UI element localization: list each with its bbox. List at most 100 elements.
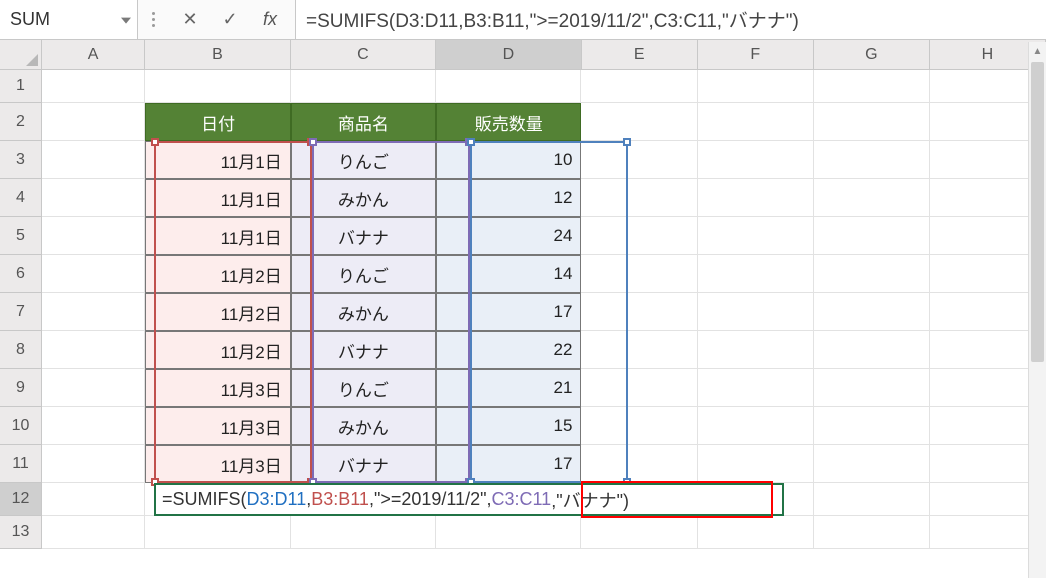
cell[interactable] xyxy=(814,255,930,293)
row-header-10[interactable]: 10 xyxy=(0,407,42,445)
vertical-scrollbar[interactable]: ▲ xyxy=(1028,42,1046,578)
cell[interactable] xyxy=(814,369,930,407)
cell[interactable]: 11月2日 xyxy=(145,255,290,293)
col-header-c[interactable]: C xyxy=(291,40,437,69)
cell[interactable] xyxy=(814,331,930,369)
cell[interactable] xyxy=(581,516,697,549)
table-header-qty[interactable]: 販売数量 xyxy=(436,103,581,141)
cell[interactable]: 11月3日 xyxy=(145,407,290,445)
cell[interactable]: 11月1日 xyxy=(145,141,290,179)
cell[interactable]: 17 xyxy=(436,445,581,483)
scroll-up-icon[interactable]: ▲ xyxy=(1029,42,1046,60)
cell[interactable] xyxy=(581,331,697,369)
cell[interactable] xyxy=(814,445,930,483)
cell[interactable] xyxy=(42,141,145,179)
cell[interactable] xyxy=(42,407,145,445)
cell[interactable]: みかん xyxy=(291,293,436,331)
cell[interactable] xyxy=(42,445,145,483)
row-header-13[interactable]: 13 xyxy=(0,516,42,549)
confirm-button[interactable]: ✓ xyxy=(219,9,241,30)
cell[interactable] xyxy=(581,70,697,103)
cell[interactable]: 11月2日 xyxy=(145,331,290,369)
cell[interactable]: りんご xyxy=(291,141,436,179)
cell[interactable] xyxy=(581,179,697,217)
col-header-e[interactable]: E xyxy=(582,40,698,69)
cell[interactable] xyxy=(698,369,814,407)
cell[interactable] xyxy=(814,516,930,549)
cell[interactable]: 11月3日 xyxy=(145,369,290,407)
cell[interactable] xyxy=(698,141,814,179)
cell[interactable] xyxy=(698,255,814,293)
cell[interactable]: 21 xyxy=(436,369,581,407)
table-header-date[interactable]: 日付 xyxy=(145,103,290,141)
cell[interactable] xyxy=(42,179,145,217)
cell[interactable] xyxy=(814,103,930,141)
cell[interactable] xyxy=(581,103,697,141)
cell[interactable] xyxy=(698,293,814,331)
cell[interactable]: 11月2日 xyxy=(145,293,290,331)
cell[interactable]: みかん xyxy=(291,179,436,217)
formula-input[interactable]: =SUMIFS(D3:D11,B3:B11,">=2019/11/2",C3:C… xyxy=(296,0,1046,39)
cell[interactable] xyxy=(291,70,436,103)
row-header-6[interactable]: 6 xyxy=(0,255,42,293)
cell[interactable]: りんご xyxy=(291,369,436,407)
row-header-8[interactable]: 8 xyxy=(0,331,42,369)
cell[interactable] xyxy=(581,217,697,255)
cell[interactable]: 14 xyxy=(436,255,581,293)
cell[interactable] xyxy=(814,293,930,331)
cell[interactable] xyxy=(814,141,930,179)
cell[interactable]: 11月3日 xyxy=(145,445,290,483)
cell[interactable] xyxy=(581,293,697,331)
row-header-1[interactable]: 1 xyxy=(0,70,42,103)
cell[interactable] xyxy=(42,516,145,549)
cell[interactable] xyxy=(581,369,697,407)
row-header-3[interactable]: 3 xyxy=(0,141,42,179)
cell[interactable] xyxy=(698,70,814,103)
cell[interactable]: 11月1日 xyxy=(145,217,290,255)
col-header-f[interactable]: F xyxy=(698,40,814,69)
cell[interactable] xyxy=(42,103,145,141)
cell[interactable] xyxy=(436,516,581,549)
row-header-9[interactable]: 9 xyxy=(0,369,42,407)
row-header-4[interactable]: 4 xyxy=(0,179,42,217)
cell[interactable] xyxy=(581,407,697,445)
cell[interactable]: 15 xyxy=(436,407,581,445)
cell[interactable] xyxy=(581,255,697,293)
cell[interactable]: りんご xyxy=(291,255,436,293)
cell[interactable] xyxy=(698,407,814,445)
cell[interactable]: バナナ xyxy=(291,331,436,369)
scroll-thumb[interactable] xyxy=(1031,62,1044,362)
col-header-g[interactable]: G xyxy=(814,40,930,69)
table-header-product[interactable]: 商品名 xyxy=(291,103,436,141)
cell[interactable]: バナナ xyxy=(291,217,436,255)
cell[interactable] xyxy=(42,369,145,407)
cell[interactable]: みかん xyxy=(291,407,436,445)
cell[interactable]: 24 xyxy=(436,217,581,255)
cell[interactable] xyxy=(814,179,930,217)
cell[interactable] xyxy=(814,70,930,103)
cell[interactable]: バナナ xyxy=(291,445,436,483)
cell[interactable]: 22 xyxy=(436,331,581,369)
cell[interactable] xyxy=(291,516,436,549)
cell[interactable] xyxy=(814,407,930,445)
row-header-5[interactable]: 5 xyxy=(0,217,42,255)
row-header-7[interactable]: 7 xyxy=(0,293,42,331)
cell[interactable] xyxy=(814,483,930,516)
cell[interactable] xyxy=(698,103,814,141)
editing-cell[interactable]: =SUMIFS( D3:D11 , B3:B11 ,">=2019/11/2",… xyxy=(154,483,784,516)
chevron-down-icon[interactable] xyxy=(121,17,131,23)
cell[interactable] xyxy=(698,179,814,217)
cell[interactable] xyxy=(698,445,814,483)
col-header-d[interactable]: D xyxy=(436,40,582,69)
cell[interactable] xyxy=(698,217,814,255)
cell[interactable]: 12 xyxy=(436,179,581,217)
cell[interactable] xyxy=(42,293,145,331)
cell[interactable] xyxy=(698,516,814,549)
cell[interactable] xyxy=(145,70,290,103)
cell[interactable]: 17 xyxy=(436,293,581,331)
cell[interactable] xyxy=(581,141,697,179)
name-box[interactable]: SUM xyxy=(0,0,138,39)
cell[interactable] xyxy=(42,70,145,103)
cell[interactable] xyxy=(436,70,581,103)
cell[interactable] xyxy=(42,483,145,516)
